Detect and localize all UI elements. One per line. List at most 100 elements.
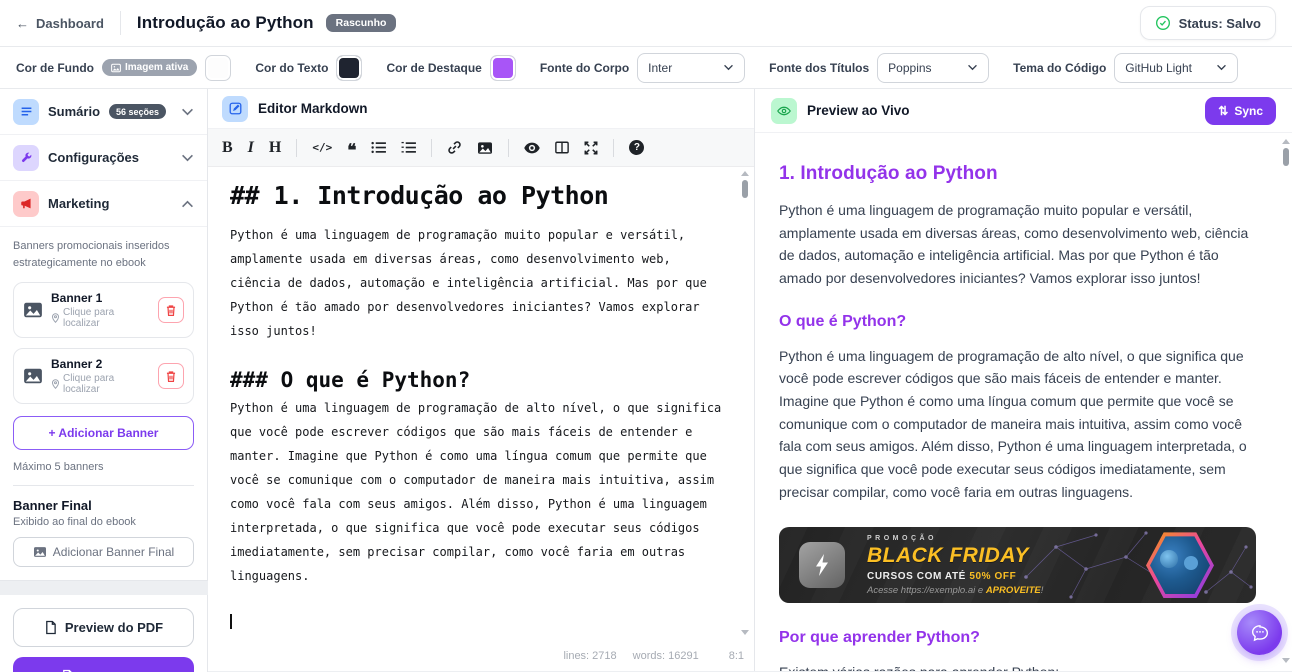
accent-color-swatch[interactable]: [490, 55, 516, 81]
back-arrow-icon: ←: [16, 16, 29, 31]
help-button[interactable]: ?: [629, 140, 644, 155]
add-final-banner-button[interactable]: Adicionar Banner Final: [13, 537, 194, 567]
chat-support-button[interactable]: [1237, 610, 1282, 655]
sidebar-section-marketing[interactable]: Marketing: [0, 181, 207, 227]
chevron-down-icon: [723, 64, 734, 71]
edit-pencil-icon: [222, 96, 248, 122]
split-columns-button[interactable]: [555, 141, 569, 154]
cursor-position: 8:1: [729, 650, 744, 662]
italic-button[interactable]: I: [248, 139, 254, 157]
black-friday-banner: PROMOÇÃO BLACK FRIDAY CURSOS COM ATÉ 50%…: [779, 527, 1256, 603]
back-label: Dashboard: [36, 16, 104, 31]
location-pin-icon: [51, 379, 60, 389]
preview-scrollbar[interactable]: [1281, 139, 1290, 663]
location-pin-icon: [51, 313, 60, 323]
banner-2-item[interactable]: Banner 2 Clique para localizar: [13, 348, 194, 404]
link-button[interactable]: [447, 140, 462, 155]
bullet-list-button[interactable]: [371, 141, 386, 154]
chevron-down-icon: [181, 108, 194, 116]
preview-paragraph-3: Existem várias razões para aprender Pyth…: [779, 661, 1256, 671]
check-circle-icon: [1155, 15, 1171, 31]
sumario-label: Sumário: [48, 104, 100, 119]
body-font-label: Fonte do Corpo: [540, 61, 629, 75]
scroll-up-arrow[interactable]: [1282, 139, 1290, 144]
words-count: words: 16291: [633, 650, 699, 662]
preview-content: 1. Introdução ao Python Python é uma lin…: [755, 133, 1292, 671]
banner-1-title: Banner 1: [51, 291, 150, 305]
bold-glyph: B: [222, 139, 233, 157]
md-heading-1: ## 1. Introdução ao Python: [230, 181, 724, 210]
theme-settings-toolbar: Cor de Fundo Imagem ativa Cor do Texto C…: [0, 47, 1292, 89]
add-final-banner-label: Adicionar Banner Final: [53, 545, 174, 559]
scrollbar-thumb[interactable]: [1283, 148, 1289, 166]
sections-count-badge: 56 seções: [109, 104, 166, 119]
scroll-down-arrow[interactable]: [741, 630, 749, 635]
code-theme-select[interactable]: GitHub Light: [1114, 53, 1238, 83]
markdown-editor-panel: Editor Markdown B I H </> ❝: [208, 89, 755, 671]
text-color-label: Cor do Texto: [255, 61, 328, 75]
heading-font-value: Poppins: [888, 61, 931, 75]
preview-heading-2: O que é Python?: [779, 313, 1256, 331]
editor-panel-title: Editor Markdown: [258, 101, 368, 116]
marketing-panel: Banners promocionais inseridos estrategi…: [0, 227, 207, 580]
chevron-down-icon: [1216, 64, 1227, 71]
lightning-bolt-icon: [799, 542, 845, 588]
heading-glyph: H: [269, 139, 281, 157]
background-color-swatch[interactable]: [205, 55, 231, 81]
draft-status-badge: Rascunho: [326, 14, 397, 32]
code-button[interactable]: </>: [312, 141, 332, 154]
text-cursor: [230, 614, 232, 629]
image-icon: [23, 301, 43, 319]
markdown-textarea[interactable]: ## 1. Introdução ao Python Python é uma …: [208, 167, 754, 645]
toolbar-separator: [508, 139, 509, 157]
scroll-up-arrow[interactable]: [741, 171, 749, 176]
sync-arrows-icon: ⇅: [1218, 104, 1228, 118]
scroll-down-arrow[interactable]: [1282, 658, 1290, 663]
wrench-icon: [13, 145, 39, 171]
banner-discount: 50% OFF: [969, 571, 1016, 582]
fullscreen-button[interactable]: [584, 141, 598, 155]
max-banners-note: Máximo 5 banners: [13, 461, 194, 473]
banner-subtitle-text: CURSOS COM ATÉ: [867, 571, 969, 582]
chevron-down-icon: [181, 154, 194, 162]
editor-scrollbar[interactable]: [740, 171, 749, 635]
code-glyph: </>: [312, 141, 332, 154]
preview-heading-3: Por que aprender Python?: [779, 629, 1256, 647]
chevron-down-icon: [967, 64, 978, 71]
save-status-indicator[interactable]: Status: Salvo: [1140, 6, 1276, 40]
ordered-list-button[interactable]: [401, 141, 416, 154]
editor-toolbar: B I H </> ❝: [208, 129, 754, 167]
final-banner-title: Banner Final: [13, 498, 194, 513]
image-active-badge: Imagem ativa: [102, 59, 197, 76]
delete-banner-1-button[interactable]: [158, 297, 184, 323]
add-banner-button[interactable]: + Adicionar Banner: [13, 416, 194, 450]
body-font-select[interactable]: Inter: [637, 53, 745, 83]
sidebar-section-sumario[interactable]: Sumário 56 seções: [0, 89, 207, 135]
sidebar: Sumário 56 seções Configurações Marketin…: [0, 89, 208, 671]
sidebar-section-configuracoes[interactable]: Configurações: [0, 135, 207, 181]
banner-1-hint: Clique para localizar: [63, 307, 150, 329]
quote-button[interactable]: ❝: [347, 140, 356, 156]
header-divider: [120, 11, 121, 35]
generate-pdf-button[interactable]: Gerar PDF: [13, 657, 194, 672]
insert-image-button[interactable]: [477, 141, 493, 155]
heading-button[interactable]: H: [269, 139, 281, 157]
delete-banner-2-button[interactable]: [158, 363, 184, 389]
divider: [13, 485, 194, 486]
banner-1-item[interactable]: Banner 1 Clique para localizar: [13, 282, 194, 338]
lines-count: lines: 2718: [563, 650, 616, 662]
back-to-dashboard-link[interactable]: ← Dashboard: [16, 16, 104, 31]
preview-paragraph-2: Python é uma linguagem de programação de…: [779, 345, 1256, 504]
bold-button[interactable]: B: [222, 139, 233, 157]
text-color-swatch[interactable]: [336, 55, 362, 81]
preview-pdf-button[interactable]: Preview do PDF: [13, 608, 194, 647]
banner-decoration: [1016, 527, 1256, 603]
md-paragraph-1: Python é uma linguagem de programação mu…: [230, 223, 724, 343]
scrollbar-thumb[interactable]: [742, 180, 748, 198]
heading-font-select[interactable]: Poppins: [877, 53, 989, 83]
md-heading-2: ### O que é Python?: [230, 368, 724, 392]
preview-eye-button[interactable]: [524, 142, 540, 154]
preview-heading-1: 1. Introdução ao Python: [779, 163, 1256, 185]
sync-button[interactable]: ⇅ Sync: [1205, 97, 1276, 125]
banner-2-hint: Clique para localizar: [63, 373, 150, 395]
